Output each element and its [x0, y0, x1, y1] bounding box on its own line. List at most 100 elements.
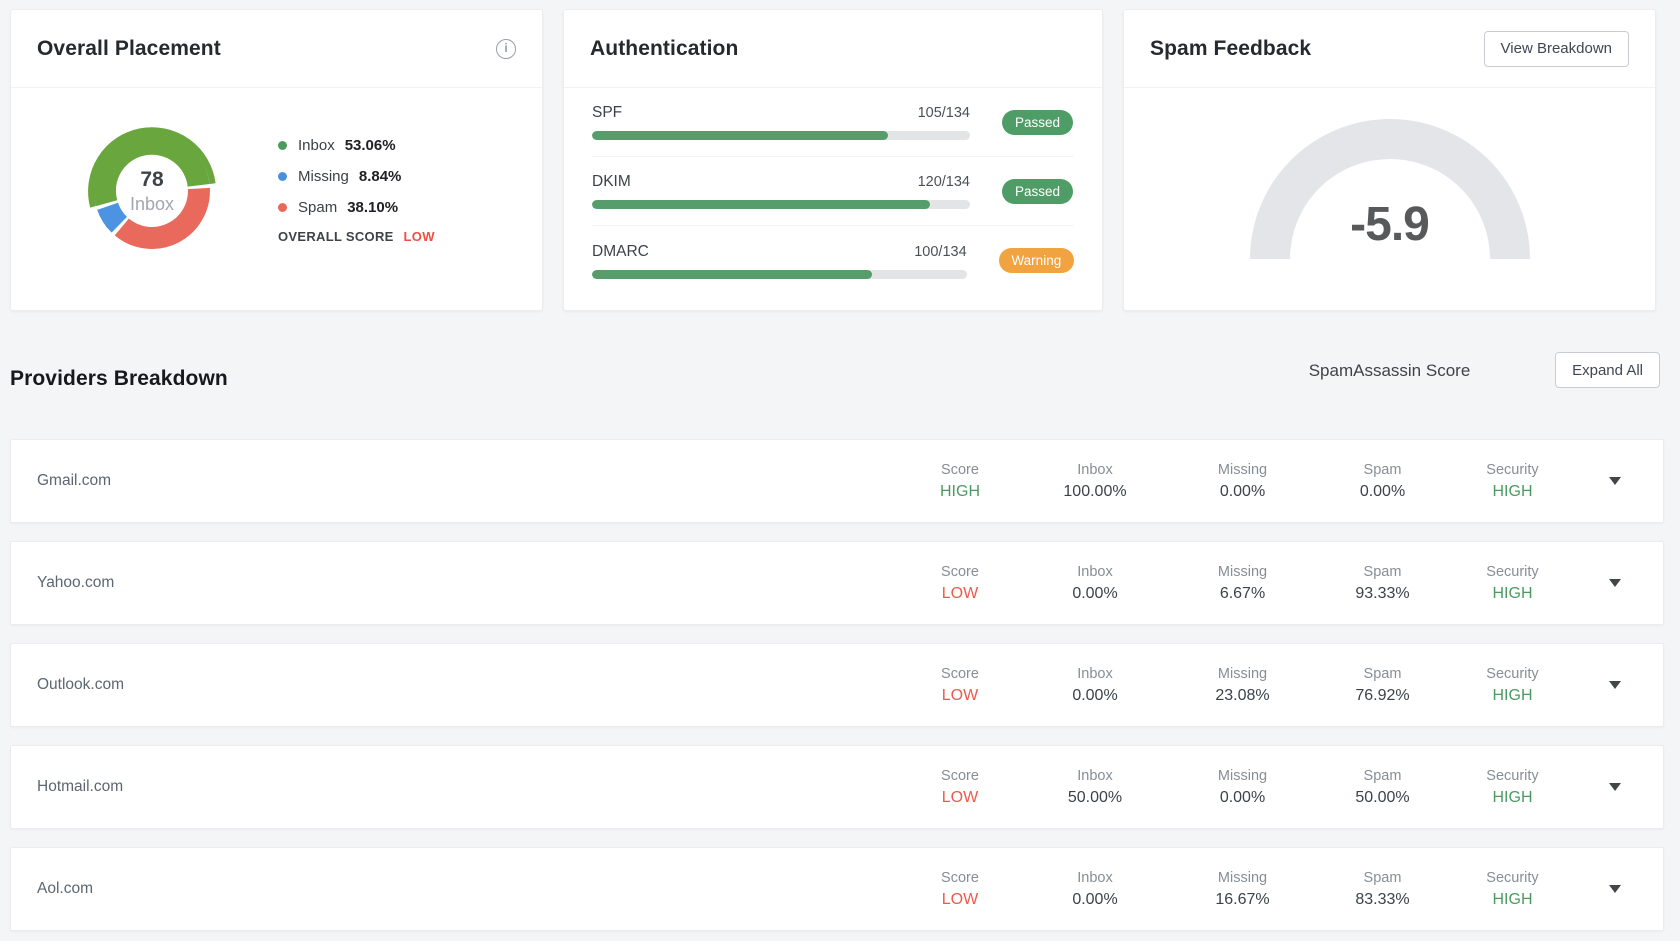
metric-label: Spam: [1364, 666, 1402, 682]
metric-security: Security HIGH: [1450, 666, 1575, 705]
expand-all-button[interactable]: Expand All: [1555, 352, 1660, 388]
metric-value: 76.92%: [1355, 687, 1409, 705]
progress-fill: [592, 200, 930, 209]
missing-dot-icon: [278, 172, 287, 181]
metric-value: 6.67%: [1220, 585, 1265, 603]
provider-row-yahoo[interactable]: Yahoo.com Score LOW Inbox 0.00% Missing …: [10, 541, 1664, 625]
metric-score: Score LOW: [900, 870, 1020, 909]
progress-track: [592, 131, 970, 140]
provider-row-gmail[interactable]: Gmail.com Score HIGH Inbox 100.00% Missi…: [10, 439, 1664, 523]
chevron-down-icon[interactable]: [1609, 477, 1621, 485]
metric-score: Score LOW: [900, 564, 1020, 603]
auth-check-name: DKIM: [592, 173, 631, 191]
progress-track: [592, 270, 967, 279]
metric-value: LOW: [942, 687, 978, 705]
metric-label: Score: [941, 564, 979, 580]
metric-missing: Missing 23.08%: [1170, 666, 1315, 705]
providers-list: Gmail.com Score HIGH Inbox 100.00% Missi…: [10, 439, 1664, 941]
metric-label: Security: [1486, 564, 1538, 580]
overall-score-label: OVERALL SCORE: [278, 229, 394, 244]
metric-value: 0.00%: [1072, 585, 1117, 603]
metric-value: HIGH: [1493, 687, 1533, 705]
authentication-title: Authentication: [590, 37, 738, 61]
metric-inbox: Inbox 0.00%: [1020, 564, 1170, 603]
metric-value: 100.00%: [1063, 483, 1126, 501]
donut-svg: [77, 116, 227, 266]
legend-label: Inbox: [298, 137, 335, 154]
spam-dot-icon: [278, 203, 287, 212]
metric-label: Security: [1486, 666, 1538, 682]
chevron-down-icon[interactable]: [1609, 885, 1621, 893]
metric-label: Spam: [1364, 462, 1402, 478]
provider-row-outlook[interactable]: Outlook.com Score LOW Inbox 0.00% Missin…: [10, 643, 1664, 727]
spamassassin-score-value: -5.9: [1240, 197, 1540, 252]
metric-value: LOW: [942, 789, 978, 807]
metric-label: Spam: [1364, 564, 1402, 580]
legend-value: 38.10%: [347, 199, 398, 216]
metric-missing: Missing 6.67%: [1170, 564, 1315, 603]
metric-security: Security HIGH: [1450, 768, 1575, 807]
metric-value: 50.00%: [1068, 789, 1122, 807]
metric-label: Security: [1486, 462, 1538, 478]
metric-score: Score HIGH: [900, 462, 1020, 501]
auth-spf-progress-block: SPF 105/134: [592, 104, 970, 140]
metric-label: Score: [941, 870, 979, 886]
auth-row-dkim: DKIM 120/134 Passed: [592, 157, 1074, 226]
chevron-down-icon[interactable]: [1609, 681, 1621, 689]
donut-missing-segment: [108, 206, 120, 225]
metric-label: Missing: [1218, 768, 1267, 784]
metric-inbox: Inbox 0.00%: [1020, 870, 1170, 909]
metric-label: Inbox: [1077, 768, 1112, 784]
metric-spam: Spam 93.33%: [1315, 564, 1450, 603]
auth-check-count: 105/134: [918, 105, 970, 121]
provider-row-aol[interactable]: Aol.com Score LOW Inbox 0.00% Missing 16…: [10, 847, 1664, 931]
legend-label: Spam: [298, 199, 337, 216]
metric-value: HIGH: [1493, 789, 1533, 807]
status-badge: Warning: [999, 248, 1074, 273]
chevron-down-icon[interactable]: [1609, 579, 1621, 587]
overall-placement-header: Overall Placement i: [11, 10, 542, 88]
metric-score: Score LOW: [900, 768, 1020, 807]
placement-legend: Inbox 53.06% Missing 8.84% Spam 38.10%: [278, 134, 401, 227]
overall-score-value: LOW: [404, 229, 435, 244]
metric-label: Inbox: [1077, 666, 1112, 682]
status-badge: Passed: [1002, 110, 1073, 135]
metric-label: Missing: [1218, 870, 1267, 886]
placement-donut-chart: 78 Inbox: [77, 116, 227, 266]
metric-label: Score: [941, 768, 979, 784]
metric-label: Spam: [1364, 870, 1402, 886]
donut-spam-segment: [122, 189, 199, 238]
metric-score: Score LOW: [900, 666, 1020, 705]
metric-label: Spam: [1364, 768, 1402, 784]
legend-label: Missing: [298, 168, 349, 185]
progress-track: [592, 200, 970, 209]
overall-placement-title: Overall Placement: [37, 37, 221, 61]
legend-item-missing: Missing 8.84%: [278, 165, 401, 187]
metric-label: Score: [941, 666, 979, 682]
legend-item-spam: Spam 38.10%: [278, 196, 401, 218]
auth-check-name: DMARC: [592, 243, 649, 261]
donut-inbox-segment: [105, 144, 199, 203]
metric-spam: Spam 83.33%: [1315, 870, 1450, 909]
view-breakdown-button[interactable]: View Breakdown: [1484, 31, 1629, 67]
chevron-down-icon[interactable]: [1609, 783, 1621, 791]
metric-security: Security HIGH: [1450, 870, 1575, 909]
metric-label: Security: [1486, 870, 1538, 886]
provider-row-hotmail[interactable]: Hotmail.com Score LOW Inbox 50.00% Missi…: [10, 745, 1664, 829]
auth-dkim-progress-block: DKIM 120/134: [592, 173, 970, 209]
spamassassin-score-label: SpamAssassin Score: [1240, 361, 1540, 381]
provider-name: Gmail.com: [37, 472, 900, 490]
metric-value: 23.08%: [1215, 687, 1269, 705]
metric-value: 0.00%: [1072, 687, 1117, 705]
metric-value: 0.00%: [1220, 789, 1265, 807]
progress-fill: [592, 131, 888, 140]
metric-inbox: Inbox 50.00%: [1020, 768, 1170, 807]
metric-label: Inbox: [1077, 462, 1112, 478]
status-badge: Passed: [1002, 179, 1073, 204]
auth-check-count: 100/134: [914, 244, 966, 260]
legend-item-inbox: Inbox 53.06%: [278, 134, 401, 156]
metric-value: LOW: [942, 585, 978, 603]
info-icon[interactable]: i: [496, 39, 516, 59]
metric-security: Security HIGH: [1450, 564, 1575, 603]
authentication-body: SPF 105/134 Passed DKIM 120/134: [564, 88, 1102, 295]
